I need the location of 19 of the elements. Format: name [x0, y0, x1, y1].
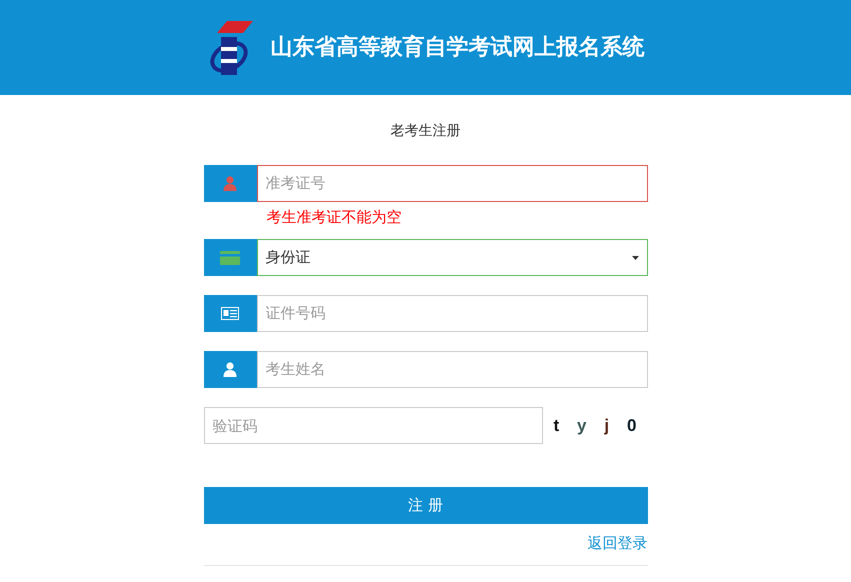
- text-input[interactable]: 考生姓名: [256, 351, 648, 388]
- site-title: 山东省高等教育自学考试网上报名系统: [270, 34, 644, 62]
- id-type-select[interactable]: 身份证: [256, 239, 648, 276]
- text-input[interactable]: 准考证号: [256, 165, 648, 202]
- captcha-character: 0: [627, 414, 637, 437]
- caret-icon: [632, 256, 638, 260]
- person-icon: [223, 176, 237, 191]
- captcha-character: t: [553, 414, 560, 437]
- captcha-character: j: [604, 414, 610, 437]
- back-to-login-link[interactable]: 返回登录: [588, 532, 648, 554]
- register-button[interactable]: 注 册: [204, 487, 648, 524]
- error-message: 考生准考证不能为空: [266, 207, 402, 227]
- text-input[interactable]: 证件号码: [256, 295, 648, 332]
- page-title: 老考生注册: [390, 122, 462, 141]
- captcha-input[interactable]: 验证码: [204, 407, 542, 444]
- person-icon: [223, 362, 237, 377]
- card-icon: [220, 250, 240, 264]
- captcha-character: y: [577, 414, 586, 437]
- id-card-icon: [221, 307, 239, 320]
